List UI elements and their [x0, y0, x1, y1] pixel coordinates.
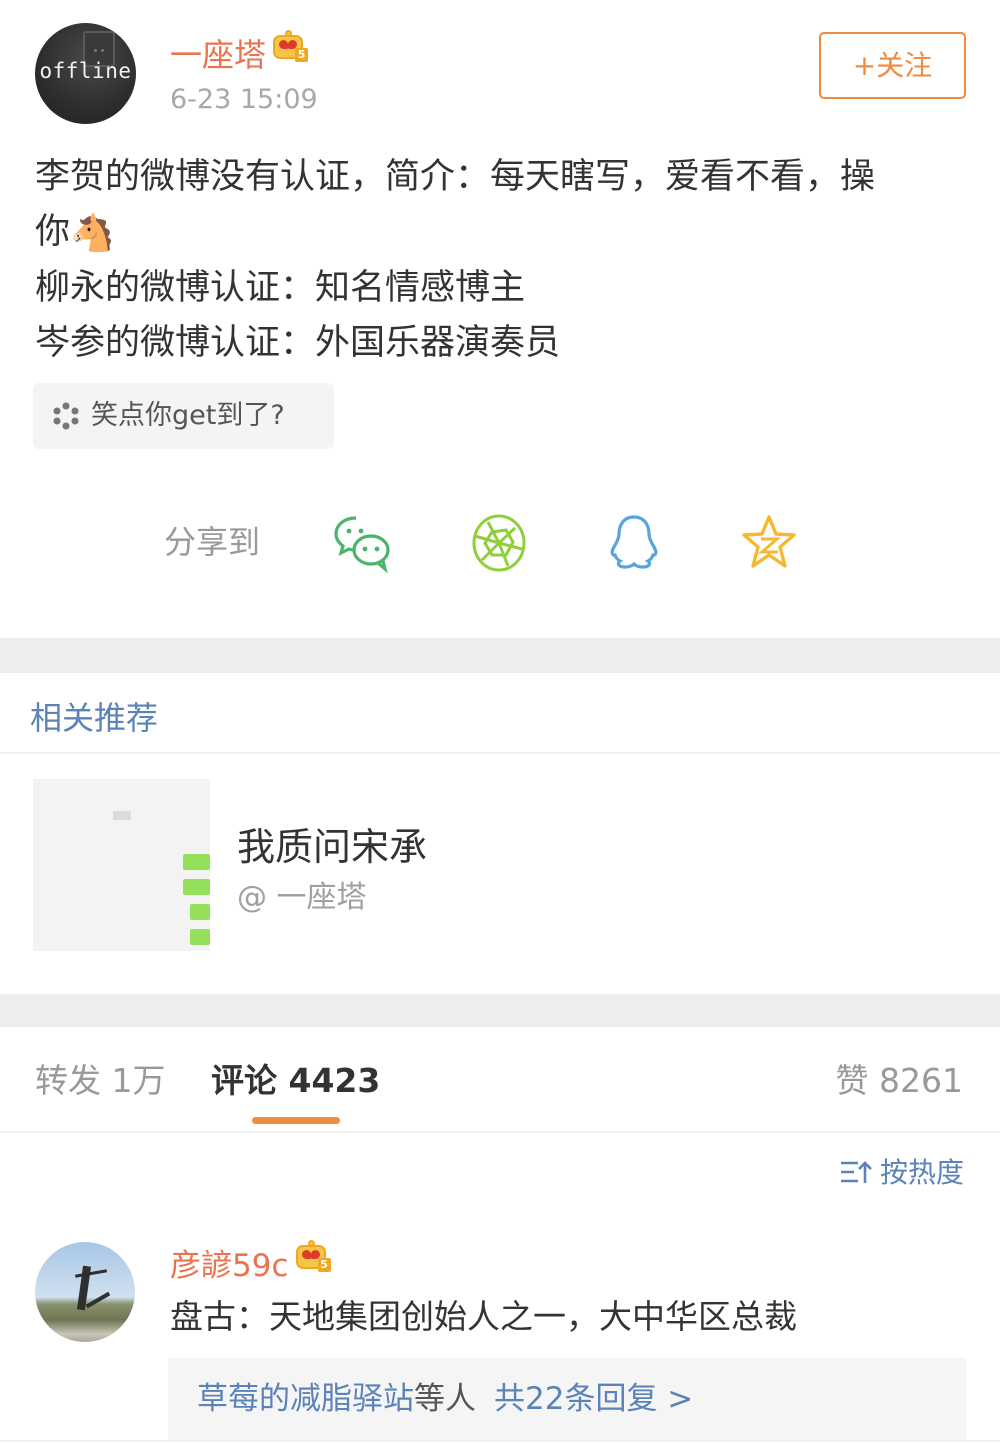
- vip-level: 5: [317, 1258, 331, 1272]
- post-line-2-text: 你: [35, 212, 71, 252]
- related-item[interactable]: 我质问宋承 @ 一座塔: [0, 754, 1000, 994]
- post-line-4: 岑参的微博认证：外国乐器演奏员: [35, 323, 561, 363]
- comment-text: 盘古：天地集团创始人之一，大中华区总裁: [170, 1297, 797, 1336]
- reply-user-names: 草莓的减脂驿站: [197, 1381, 414, 1417]
- divider: [0, 1131, 1000, 1133]
- commenter-name[interactable]: 彦諺59c 5: [170, 1240, 331, 1287]
- related-section-title: 相关推荐: [30, 699, 159, 737]
- related-item-author: @ 一座塔: [237, 880, 367, 915]
- sort-icon: [840, 1161, 872, 1183]
- follow-button[interactable]: +关注: [819, 32, 966, 99]
- horse-emoji-icon: 🐴: [70, 213, 115, 254]
- wechat-icon[interactable]: [332, 512, 394, 574]
- tab-repost[interactable]: 转发 1万: [35, 1059, 166, 1103]
- topic-tag[interactable]: 笑点你get到了?: [33, 383, 334, 449]
- commenter-name-text: 彦諺59c: [170, 1248, 289, 1284]
- divider: [0, 1440, 1000, 1442]
- post-line-1: 李贺的微博没有认证，简介：每天瞎写，爱看不看，操: [35, 157, 876, 197]
- reply-count: 共22条回复 >: [494, 1381, 694, 1417]
- interaction-tabs: 转发 1万 评论 4423 赞 8261: [0, 1027, 1000, 1131]
- author-avatar[interactable]: offline: [35, 23, 136, 124]
- sort-label: 按热度: [879, 1156, 964, 1189]
- post-text: 李贺的微博没有认证，简介：每天瞎写，爱看不看，操 你🐴 柳永的微博认证：知名情感…: [35, 150, 970, 371]
- vip-crown-icon: 5: [272, 30, 309, 62]
- post-card: offline 一座塔 5 6-23 15:09 +关注 李贺的微博没有认证，简…: [0, 0, 1000, 638]
- vip-crown-icon: 5: [295, 1240, 331, 1272]
- active-tab-indicator: [252, 1117, 340, 1124]
- commenter-avatar[interactable]: [35, 1242, 135, 1342]
- topic-tag-label: 笑点你get到了?: [91, 400, 285, 431]
- tab-comment[interactable]: 评论 4423: [211, 1059, 380, 1103]
- vip-level: 5: [295, 48, 309, 62]
- view-replies-link[interactable]: 草莓的减脂驿站等人 共22条回复 >: [168, 1358, 966, 1440]
- reply-suffix: 等人: [414, 1381, 476, 1417]
- related-thumbnail: [33, 779, 210, 951]
- qq-icon[interactable]: [603, 512, 665, 574]
- tab-like[interactable]: 赞 8261: [836, 1059, 963, 1103]
- qzone-icon[interactable]: [738, 512, 800, 574]
- author-name-text: 一座塔: [170, 36, 267, 74]
- post-time: 6-23 15:09: [170, 84, 318, 115]
- related-item-title: 我质问宋承: [237, 825, 428, 869]
- section-separator: [0, 638, 1000, 673]
- share-label: 分享到: [164, 523, 261, 561]
- comment-item: 彦諺59c 5 盘古：天地集团创始人之一，大中华区总裁 草莓的减脂驿站等人 共22…: [0, 1230, 1000, 1440]
- avatar-text: offline: [39, 59, 132, 83]
- author-name[interactable]: 一座塔 5: [170, 30, 309, 76]
- topic-flower-icon: [53, 402, 79, 430]
- post-line-3: 柳永的微博认证：知名情感博主: [35, 268, 526, 308]
- moments-icon[interactable]: [468, 512, 530, 574]
- section-separator: [0, 994, 1000, 1027]
- sort-by-hot-button[interactable]: 按热度: [840, 1153, 964, 1193]
- post-line-2: 你🐴: [35, 205, 970, 261]
